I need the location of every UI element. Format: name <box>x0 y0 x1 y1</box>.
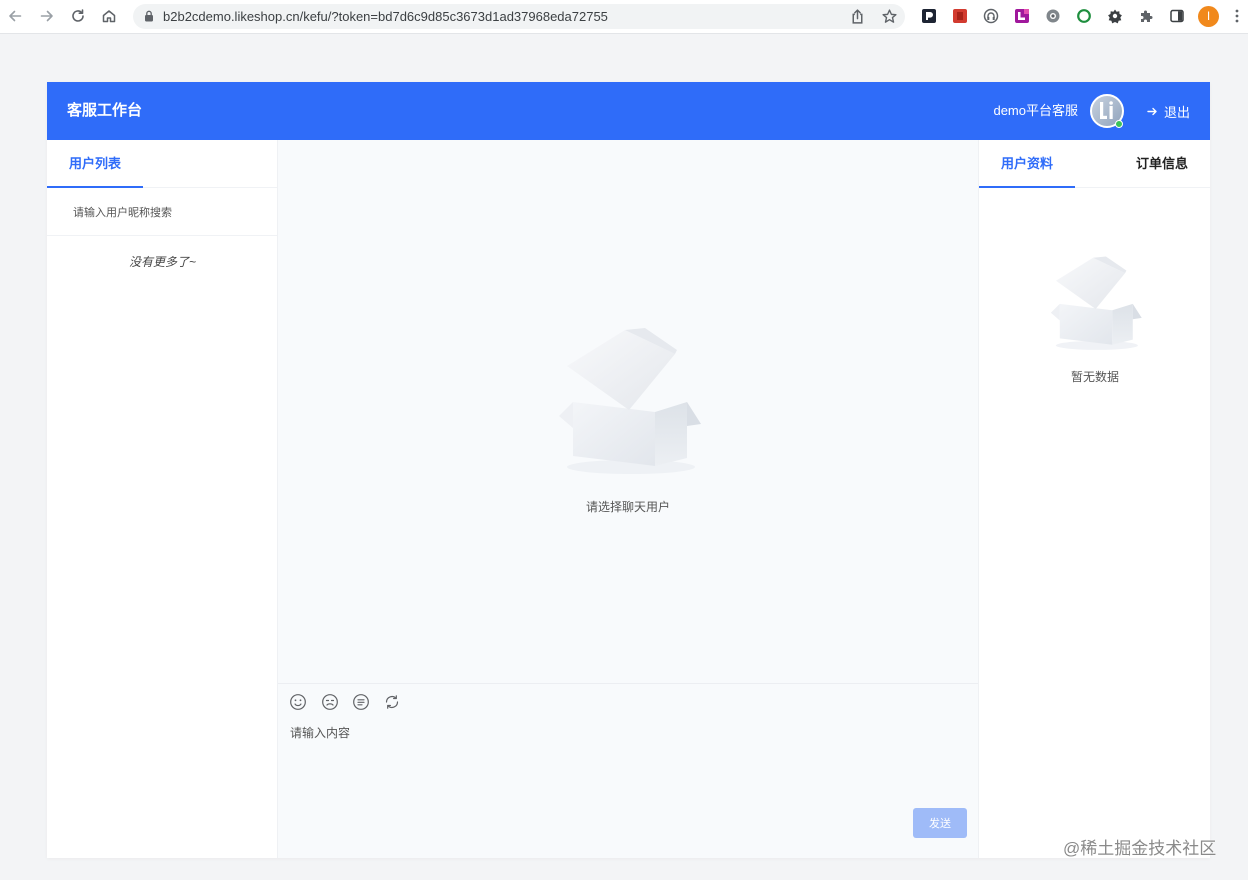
more-menu-icon[interactable] <box>1232 8 1242 24</box>
send-button[interactable]: 发送 <box>913 808 967 838</box>
back-button[interactable] <box>4 5 26 27</box>
no-data-text: 暂无数据 <box>1070 370 1119 384</box>
logout-arrow-icon[interactable] <box>1147 106 1158 117</box>
user-search-row <box>47 189 277 236</box>
address-bar[interactable]: b2b2cdemo.likeshop.cn/kefu/?token=bd7d6c… <box>133 4 905 29</box>
url-text[interactable]: b2b2cdemo.likeshop.cn/kefu/?token=bd7d6c… <box>163 4 608 29</box>
browser-toolbar: b2b2cdemo.likeshop.cn/kefu/?token=bd7d6c… <box>0 0 1248 34</box>
user-list-panel: 用户列表 没有更多了~ <box>47 140 278 858</box>
chat-empty-text: 请选择聊天用户 <box>585 500 670 514</box>
user-info-tabs: 用户资料 订单信息 <box>979 140 1210 188</box>
home-button[interactable] <box>98 5 120 27</box>
chat-input-divider <box>278 683 978 684</box>
forward-arrow-icon[interactable] <box>39 8 55 24</box>
tab-user-list[interactable]: 用户列表 <box>47 140 143 188</box>
gear-extension-icon[interactable] <box>1107 8 1123 24</box>
online-status-dot <box>1115 120 1123 128</box>
back-arrow-icon[interactable] <box>7 8 23 24</box>
logout-button[interactable]: 退出 <box>1147 82 1190 140</box>
tab-user-profile[interactable]: 用户资料 <box>979 140 1075 188</box>
gray-circle-extension-icon[interactable] <box>1045 8 1061 24</box>
smile-icon[interactable] <box>289 693 307 711</box>
empty-box-illustration <box>1050 256 1142 350</box>
app-header: 客服工作台 demo平台客服 退出 <box>47 82 1210 140</box>
agent-name: demo平台客服 <box>993 103 1078 118</box>
customer-service-workbench: 客服工作台 demo平台客服 退出 用户列表 没有更多了~ <box>47 82 1210 858</box>
list-circle-icon[interactable] <box>352 693 370 711</box>
headset-extension-icon[interactable] <box>983 8 999 24</box>
site-info-lock-icon[interactable] <box>142 9 156 23</box>
user-info-panel: 用户资料 订单信息 暂无数据 <box>978 140 1210 858</box>
message-input[interactable] <box>290 726 966 796</box>
empty-box-illustration <box>559 328 701 474</box>
purple-extension-icon[interactable] <box>1014 8 1030 24</box>
home-icon[interactable] <box>101 8 117 24</box>
no-more-text: 没有更多了~ <box>128 255 196 269</box>
sticker-face-icon[interactable] <box>321 693 339 711</box>
logout-label[interactable]: 退出 <box>1164 102 1190 121</box>
watermark: @稀土掘金技术社区 <box>1063 839 1217 858</box>
share-icon[interactable] <box>849 8 866 25</box>
chat-panel: 请选择聊天用户 发送 <box>278 140 978 858</box>
side-panel-icon[interactable] <box>1169 8 1185 24</box>
refresh-icon[interactable] <box>383 693 401 711</box>
green-ring-extension-icon[interactable] <box>1076 8 1092 24</box>
dark-square-extension-icon[interactable] <box>921 8 937 24</box>
profile-avatar[interactable]: I <box>1198 6 1219 27</box>
reload-icon[interactable] <box>70 8 86 24</box>
forward-button[interactable] <box>36 5 58 27</box>
red-square-extension-icon[interactable] <box>952 8 968 24</box>
bookmark-star-icon[interactable] <box>881 8 898 25</box>
page-title: 客服工作台 <box>67 102 143 119</box>
user-search-input[interactable] <box>73 189 263 236</box>
reload-button[interactable] <box>67 5 89 27</box>
user-list-tabs: 用户列表 <box>47 140 277 188</box>
puzzle-extensions-icon[interactable] <box>1138 8 1154 24</box>
tab-order-info[interactable]: 订单信息 <box>1114 140 1210 188</box>
